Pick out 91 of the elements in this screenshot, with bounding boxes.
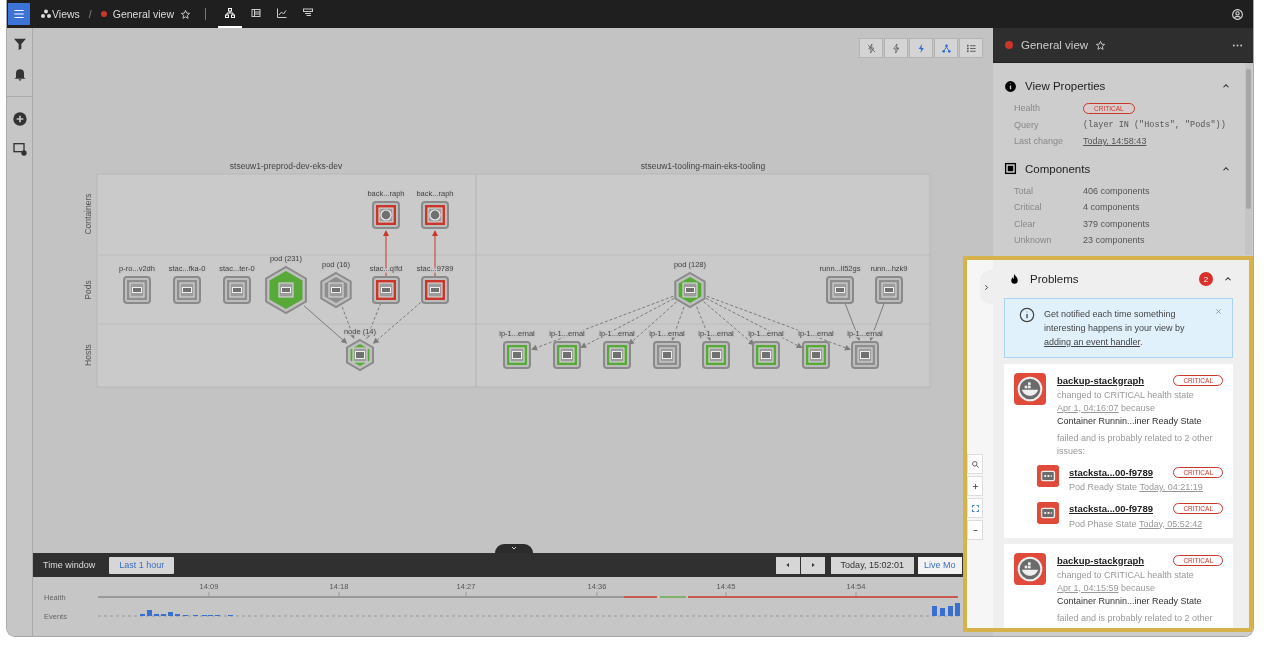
check-name: Pod Phase State (1069, 518, 1137, 529)
star-icon (1095, 39, 1107, 51)
close-icon (1214, 307, 1223, 316)
live-mode-button[interactable]: Live Mo (918, 556, 962, 574)
zoom-control-button[interactable] (967, 498, 983, 518)
property-label: Unknown (1014, 235, 1053, 246)
hierarchy-icon (224, 7, 237, 19)
toolbar-button[interactable] (909, 38, 933, 58)
component-count: 406 components (1083, 185, 1150, 196)
related-text: failed and is probably related to 2 other issues: (1057, 432, 1214, 457)
check-name: Pod Ready State (1069, 482, 1138, 492)
property-label: Total (1014, 185, 1034, 196)
component-link[interactable]: backup-stackgraph (1057, 554, 1145, 566)
pod-group-node[interactable] (320, 271, 352, 309)
chevron-right-icon (982, 282, 991, 292)
current-time-button[interactable]: Today, 15:02:01 (830, 556, 914, 574)
breadcrumb-link[interactable]: Views (52, 8, 80, 20)
user-icon (1231, 7, 1244, 21)
zoom-control-button[interactable] (967, 454, 983, 474)
property-label: Health (1014, 103, 1041, 114)
time-window-label: Time window (43, 560, 96, 570)
check-name: Container Runnin...iner Ready State (1057, 595, 1203, 608)
section-title: View Properties (1025, 80, 1106, 92)
plus-icon (970, 481, 980, 491)
component-link[interactable]: backup-stackgraph (1057, 374, 1145, 386)
property-label: Clear (1014, 218, 1037, 229)
problem-message: changed to CRITICAL health state Apr 1, 04:15:59 because (1057, 569, 1195, 594)
lane-label: Hosts (83, 344, 93, 366)
screen-gear-icon (11, 141, 28, 157)
plus-circle-icon (11, 111, 28, 127)
property-label: Query (1014, 119, 1040, 130)
component-count: 379 components (1083, 218, 1150, 229)
fit-icon (970, 503, 980, 513)
cluster-title: stseuw1-tooling-main-eks-tooling (640, 161, 766, 171)
collapse-handle[interactable] (495, 544, 533, 553)
info-icon (1019, 307, 1035, 323)
property-label: Critical (1014, 202, 1043, 213)
menu-button[interactable] (8, 3, 30, 25)
problem-message: changed to CRITICAL health state Apr 1, 04:16:07 because (1057, 389, 1195, 414)
host-group-node[interactable] (346, 338, 374, 372)
time-range-button[interactable]: Last 1 hour (109, 556, 175, 574)
related-text: failed and is probably related to 2 other (1057, 612, 1214, 625)
square-icon (1004, 162, 1017, 175)
section-title: Problems (1030, 273, 1079, 285)
bullet-list-icon (965, 42, 977, 54)
star-icon (180, 8, 192, 20)
whale-icon (1014, 553, 1046, 585)
network-icon (940, 42, 952, 54)
toolbar-button[interactable] (859, 38, 883, 58)
whale-icon (1014, 373, 1046, 405)
count-badge: 2 (1199, 272, 1213, 286)
lane-label: Containers (83, 193, 93, 235)
component-link[interactable]: stacksta...00-f9789 (1069, 503, 1153, 514)
component-count: 4 components (1083, 202, 1140, 213)
lane-label: Pods (83, 280, 93, 300)
table-icon (250, 7, 263, 19)
cluster-title: stseuw1-preprod-dev-eks-dev (229, 161, 343, 171)
check-name: Container Runnin...iner Ready State (1057, 415, 1203, 428)
view-title: General view (112, 8, 175, 20)
pod-icon (1037, 501, 1059, 524)
pod-group-node[interactable] (674, 271, 706, 309)
notice-text: Get notified each time something interesting happens in your view by adding an event handler. (1044, 308, 1186, 349)
section-title: Components (1025, 162, 1091, 175)
flame-icon (1008, 272, 1021, 286)
toolbar-button[interactable] (959, 38, 983, 58)
component-link[interactable]: stacksta...00-f9789 (1069, 466, 1153, 478)
query-text: (layer IN ("Hosts", "Pods")) (1083, 119, 1226, 130)
breadcrumb-separator: / (88, 8, 92, 20)
toolbar-button[interactable] (934, 38, 958, 58)
sidebar-button[interactable] (11, 141, 28, 157)
last-change-link[interactable]: Today, 14:58:43 (1083, 136, 1147, 147)
info-icon (1004, 79, 1017, 93)
circles-icon (40, 8, 52, 20)
component-count: 23 components (1083, 235, 1145, 246)
search-icon (970, 459, 980, 469)
line-chart-icon (276, 7, 289, 19)
bolt-outline-icon (890, 42, 902, 54)
property-label: Last change (1014, 136, 1065, 147)
event-list-icon (302, 7, 315, 19)
next-button[interactable] (800, 556, 825, 574)
panel-title: General view (1021, 39, 1089, 51)
chevron-down-icon (510, 544, 518, 552)
previous-button[interactable] (775, 556, 800, 574)
sidebar-button[interactable] (11, 111, 28, 127)
toolbar-button[interactable] (884, 38, 908, 58)
zoom-control-button[interactable] (967, 476, 983, 496)
menu-icon (12, 7, 26, 21)
pod-group-node[interactable] (265, 265, 307, 315)
scrollbar[interactable] (1245, 63, 1252, 255)
bolt-slash-icon (865, 42, 877, 54)
pod-icon (1037, 465, 1059, 487)
